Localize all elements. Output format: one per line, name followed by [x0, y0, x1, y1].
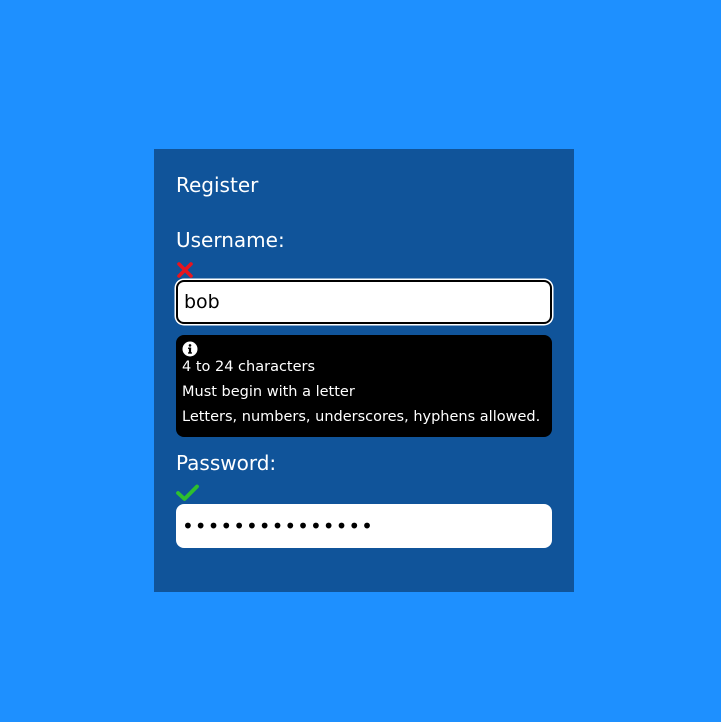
- register-panel: Register Username: 4 to 24 characters Mu…: [154, 149, 574, 592]
- form-title: Register: [176, 173, 259, 197]
- hint-rule-length: 4 to 24 characters: [182, 359, 316, 375]
- password-label: Password:: [176, 451, 277, 475]
- check-icon: [176, 484, 199, 502]
- hint-rule-start: Must begin with a letter: [182, 384, 355, 400]
- hint-rule-characters: Letters, numbers, underscores, hyphens a…: [182, 409, 541, 425]
- cross-icon: [176, 261, 198, 279]
- username-hint-tooltip: 4 to 24 characters Must begin with a let…: [176, 335, 552, 437]
- username-input[interactable]: [176, 280, 552, 324]
- username-label: Username:: [176, 228, 285, 252]
- password-input[interactable]: [176, 504, 552, 548]
